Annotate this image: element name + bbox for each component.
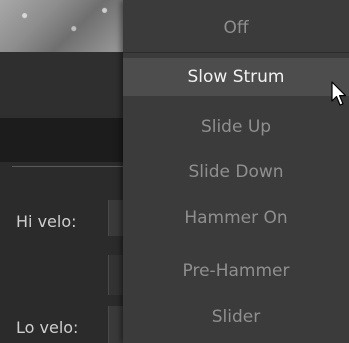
panel-section-dark — [0, 118, 123, 162]
lo-velo-field[interactable] — [108, 306, 124, 343]
hi-velo-label: Hi velo: — [16, 212, 77, 231]
lo-velo-label: Lo velo: — [16, 318, 79, 337]
articulation-dropdown-menu: Off Slow Strum Slide Up Slide Down Hamme… — [123, 0, 349, 343]
menu-item-slow-strum[interactable]: Slow Strum — [123, 58, 349, 96]
velo-field[interactable] — [108, 255, 124, 295]
velocity-panel — [0, 162, 123, 343]
menu-divider — [123, 52, 349, 53]
menu-item-pre-hammer[interactable]: Pre-Hammer — [123, 252, 349, 290]
menu-item-slide-down[interactable]: Slide Down — [123, 153, 349, 191]
panel-section — [0, 52, 123, 118]
arrow-cursor-icon — [331, 81, 347, 106]
menu-item-slider[interactable]: Slider — [123, 298, 349, 336]
menu-item-off[interactable]: Off — [123, 9, 349, 47]
hi-velo-field[interactable] — [108, 200, 124, 236]
menu-item-slide-up[interactable]: Slide Up — [123, 108, 349, 146]
textured-header-background — [0, 0, 123, 53]
panel-divider — [12, 166, 123, 167]
menu-item-hammer-on[interactable]: Hammer On — [123, 199, 349, 237]
